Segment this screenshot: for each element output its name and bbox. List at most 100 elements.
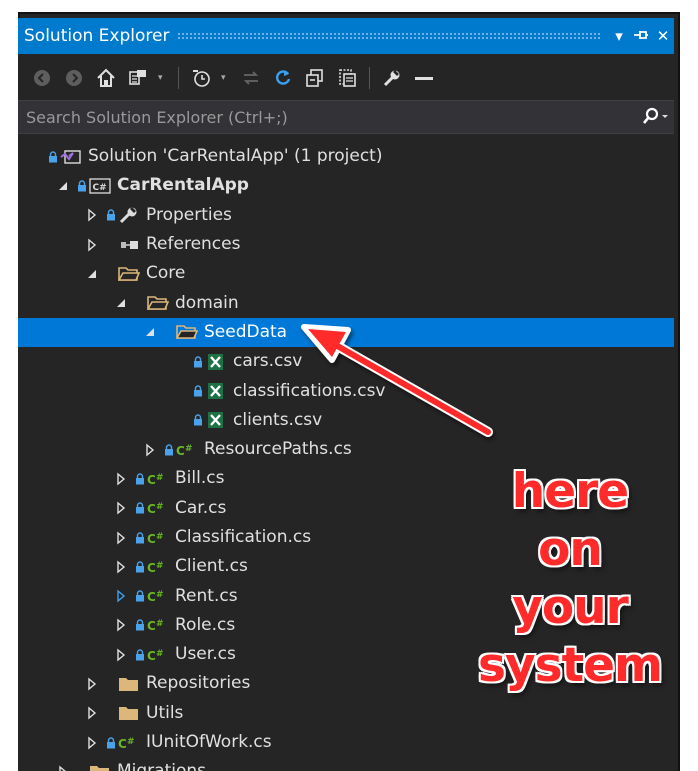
expanded-arrow-icon[interactable] xyxy=(84,266,100,282)
pending-changes-dropdown-icon[interactable]: ▾ xyxy=(221,73,231,83)
annotation-text: here on your system xyxy=(470,463,670,695)
drag-grip[interactable] xyxy=(177,32,600,40)
tree-item[interactable]: clients.csv xyxy=(18,406,674,435)
tree-item[interactable]: Properties xyxy=(18,201,674,230)
collapsed-arrow-icon[interactable] xyxy=(113,500,129,516)
lock-icon xyxy=(48,150,58,164)
forward-button[interactable] xyxy=(62,66,86,90)
tree-item-label: Properties xyxy=(146,204,232,225)
preview-selected-items-button[interactable] xyxy=(412,66,436,90)
show-all-files-button[interactable] xyxy=(335,66,359,90)
tree-item[interactable]: classifications.csv xyxy=(18,376,674,405)
tree-item-label: clients.csv xyxy=(233,409,323,430)
search-icon xyxy=(642,107,668,124)
collapsed-arrow-icon[interactable] xyxy=(142,442,158,458)
collapsed-arrow-icon[interactable] xyxy=(84,735,100,751)
wrench-icon xyxy=(383,70,400,87)
lock-spacer xyxy=(106,706,116,720)
lock-spacer xyxy=(135,296,145,310)
collapsed-arrow-icon[interactable] xyxy=(84,237,100,253)
lock-icon xyxy=(193,384,203,398)
tree-item[interactable]: References xyxy=(18,230,674,259)
solution-icon xyxy=(60,148,82,166)
properties-button[interactable] xyxy=(380,66,404,90)
close-button[interactable]: ✕ xyxy=(652,27,674,45)
svg-text:C: C xyxy=(147,473,156,487)
auto-hide-pin-button[interactable] xyxy=(630,27,652,45)
tree-item[interactable]: Solution 'CarRentalApp' (1 project) xyxy=(18,142,674,171)
tree-item-label: Migrations xyxy=(117,763,206,771)
refresh-icon xyxy=(276,70,291,85)
svg-text:#: # xyxy=(185,444,193,454)
tree-item[interactable]: C # IUnitOfWork.cs xyxy=(18,728,674,757)
collapse-all-button[interactable] xyxy=(303,66,327,90)
collapsed-arrow-icon[interactable] xyxy=(113,559,129,575)
collapsed-arrow-icon[interactable] xyxy=(84,676,100,692)
tree-item[interactable]: Utils xyxy=(18,699,674,728)
tree-item-label: SeedData xyxy=(204,321,288,342)
lock-icon xyxy=(135,648,145,662)
svg-text:#: # xyxy=(156,473,164,483)
back-button[interactable] xyxy=(30,66,54,90)
clock-filter-icon xyxy=(193,70,210,87)
lock-spacer xyxy=(77,765,87,771)
svg-text:C: C xyxy=(147,619,156,633)
window-menu-button[interactable]: ▾ xyxy=(608,27,630,45)
folder-open-icon xyxy=(176,323,198,341)
tree-item[interactable]: domain xyxy=(18,288,674,317)
collapsed-arrow-icon[interactable] xyxy=(113,647,129,663)
tree-item[interactable]: cars.csv xyxy=(18,347,674,376)
refresh-button[interactable] xyxy=(271,66,295,90)
lock-icon xyxy=(135,618,145,632)
tree-item[interactable]: SeedData xyxy=(18,317,674,348)
expanded-arrow-icon[interactable] xyxy=(55,178,71,194)
tree-item[interactable]: C # ResourcePaths.cs xyxy=(18,435,674,464)
collapsed-arrow-icon[interactable] xyxy=(113,617,129,633)
expanded-arrow-icon[interactable] xyxy=(142,324,158,340)
tree-item-label: References xyxy=(146,234,241,255)
window-title: Solution Explorer xyxy=(24,26,170,46)
tree-item-label: Utils xyxy=(146,702,184,723)
collapsed-arrow-icon[interactable] xyxy=(113,588,129,604)
lock-icon xyxy=(135,589,145,603)
pending-changes-filter-button[interactable] xyxy=(189,66,213,90)
lock-icon xyxy=(135,501,145,515)
collapsed-arrow-icon[interactable] xyxy=(84,705,100,721)
search-box xyxy=(18,100,674,134)
tree-item[interactable]: Migrations xyxy=(18,757,674,771)
tree-item-label: Role.cs xyxy=(175,614,236,635)
expanded-arrow-icon[interactable] xyxy=(113,295,129,311)
collapsed-arrow-icon[interactable] xyxy=(55,764,71,771)
svg-text:C: C xyxy=(176,444,185,458)
tree-item-label: Solution 'CarRentalApp' (1 project) xyxy=(88,146,383,167)
switch-views-button[interactable] xyxy=(126,66,150,90)
home-button[interactable] xyxy=(94,66,118,90)
svg-text:C: C xyxy=(147,532,156,546)
csharp-file-icon: C # xyxy=(176,441,198,459)
sync-with-document-button[interactable] xyxy=(239,66,263,90)
folder-open-icon xyxy=(147,294,169,312)
search-options-button[interactable] xyxy=(634,107,674,127)
back-icon xyxy=(34,70,50,86)
svg-text:C: C xyxy=(147,502,156,516)
collapsed-arrow-icon[interactable] xyxy=(113,530,129,546)
tree-item[interactable]: C# CarRentalApp xyxy=(18,171,674,200)
csharp-project-icon: C# xyxy=(89,177,111,195)
switch-views-dropdown-icon[interactable]: ▾ xyxy=(158,73,168,83)
tree-item-label: Bill.cs xyxy=(175,468,225,489)
collapsed-arrow-icon[interactable] xyxy=(113,471,129,487)
tree-item-label: Classification.cs xyxy=(175,527,312,547)
folder-icon xyxy=(118,675,140,693)
csharp-file-icon: C # xyxy=(147,499,169,517)
svg-text:C: C xyxy=(118,737,127,751)
csharp-file-icon: C # xyxy=(147,616,169,634)
csharp-file-icon: C # xyxy=(147,587,169,605)
svg-text:C#: C# xyxy=(93,183,107,193)
tree-item-label: classifications.csv xyxy=(233,380,386,401)
tree-item[interactable]: Core xyxy=(18,259,674,288)
title-bar[interactable]: Solution Explorer ▾ ✕ xyxy=(18,18,674,54)
collapsed-arrow-icon[interactable] xyxy=(84,207,100,223)
search-input[interactable] xyxy=(18,101,634,133)
